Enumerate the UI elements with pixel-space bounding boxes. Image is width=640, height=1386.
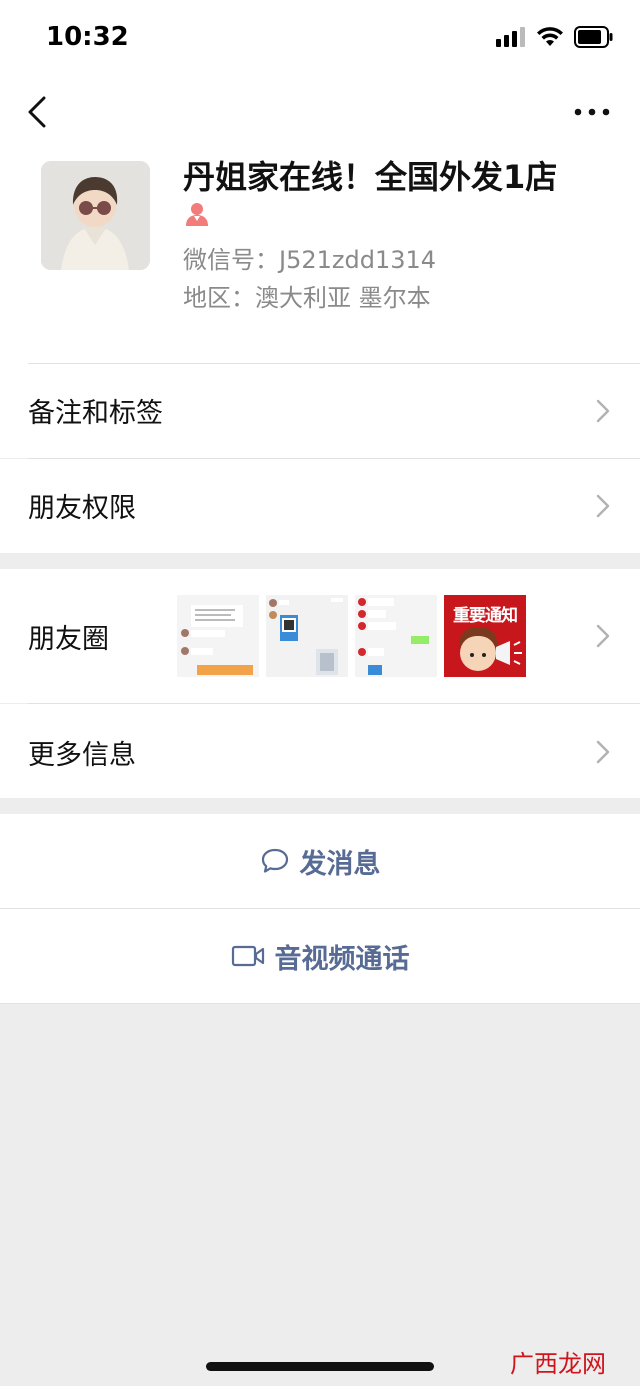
notes-tags-row[interactable]: 备注和标签	[0, 364, 640, 458]
more-info-label: 更多信息	[28, 740, 136, 771]
notice-poster-text: 重要通知	[453, 606, 518, 626]
home-indicator[interactable]	[206, 1362, 434, 1371]
nav-bar	[0, 80, 640, 142]
video-call-label: 音视频通话	[274, 943, 410, 975]
friend-permissions-row[interactable]: 朋友权限	[0, 459, 640, 553]
moments-thumb-chat[interactable]	[355, 595, 437, 677]
back-arrow-icon[interactable]	[24, 94, 54, 130]
moments-thumb-notice[interactable]: 重要通知	[444, 595, 526, 677]
send-message-button[interactable]: 发消息	[0, 814, 640, 908]
watermark: 广西龙网	[510, 1350, 606, 1378]
status-icons	[496, 26, 614, 48]
moments-label: 朋友圈	[28, 624, 109, 655]
video-camera-icon	[231, 945, 264, 967]
female-icon	[186, 203, 208, 226]
contact-name: 丹姐家在线！全国外发1店	[183, 158, 558, 196]
battery-icon	[574, 26, 613, 48]
video-call-button[interactable]: 音视频通话	[0, 909, 640, 1003]
status-bar: 10:32	[0, 0, 640, 80]
moments-row[interactable]: 朋友圈 重要通知	[0, 569, 640, 703]
region: 地区：澳大利亚 墨尔本	[183, 284, 431, 312]
send-message-label: 发消息	[299, 848, 381, 880]
chevron-right-icon	[596, 624, 610, 648]
chevron-right-icon	[596, 399, 610, 423]
more-info-row[interactable]: 更多信息	[0, 704, 640, 798]
chevron-right-icon	[596, 494, 610, 518]
avatar[interactable]	[41, 161, 150, 270]
chevron-right-icon	[596, 740, 610, 764]
moments-thumb-chat[interactable]	[177, 595, 259, 677]
signal-icon	[496, 27, 525, 47]
divider	[0, 1003, 640, 1004]
moments-thumb-qr[interactable]	[266, 595, 348, 677]
profile-header: 丹姐家在线！全国外发1店 微信号：J521zdd1314 地区：澳大利亚 墨尔本	[0, 142, 640, 364]
moments-thumbnails: 重要通知	[177, 595, 526, 677]
notes-tags-label: 备注和标签	[28, 398, 163, 429]
friend-permissions-label: 朋友权限	[28, 493, 136, 524]
chat-bubble-icon	[261, 848, 288, 873]
wifi-icon	[537, 27, 563, 46]
wechat-id: 微信号：J521zdd1314	[183, 246, 437, 274]
more-options-icon[interactable]	[572, 102, 612, 122]
status-time: 10:32	[46, 22, 129, 52]
